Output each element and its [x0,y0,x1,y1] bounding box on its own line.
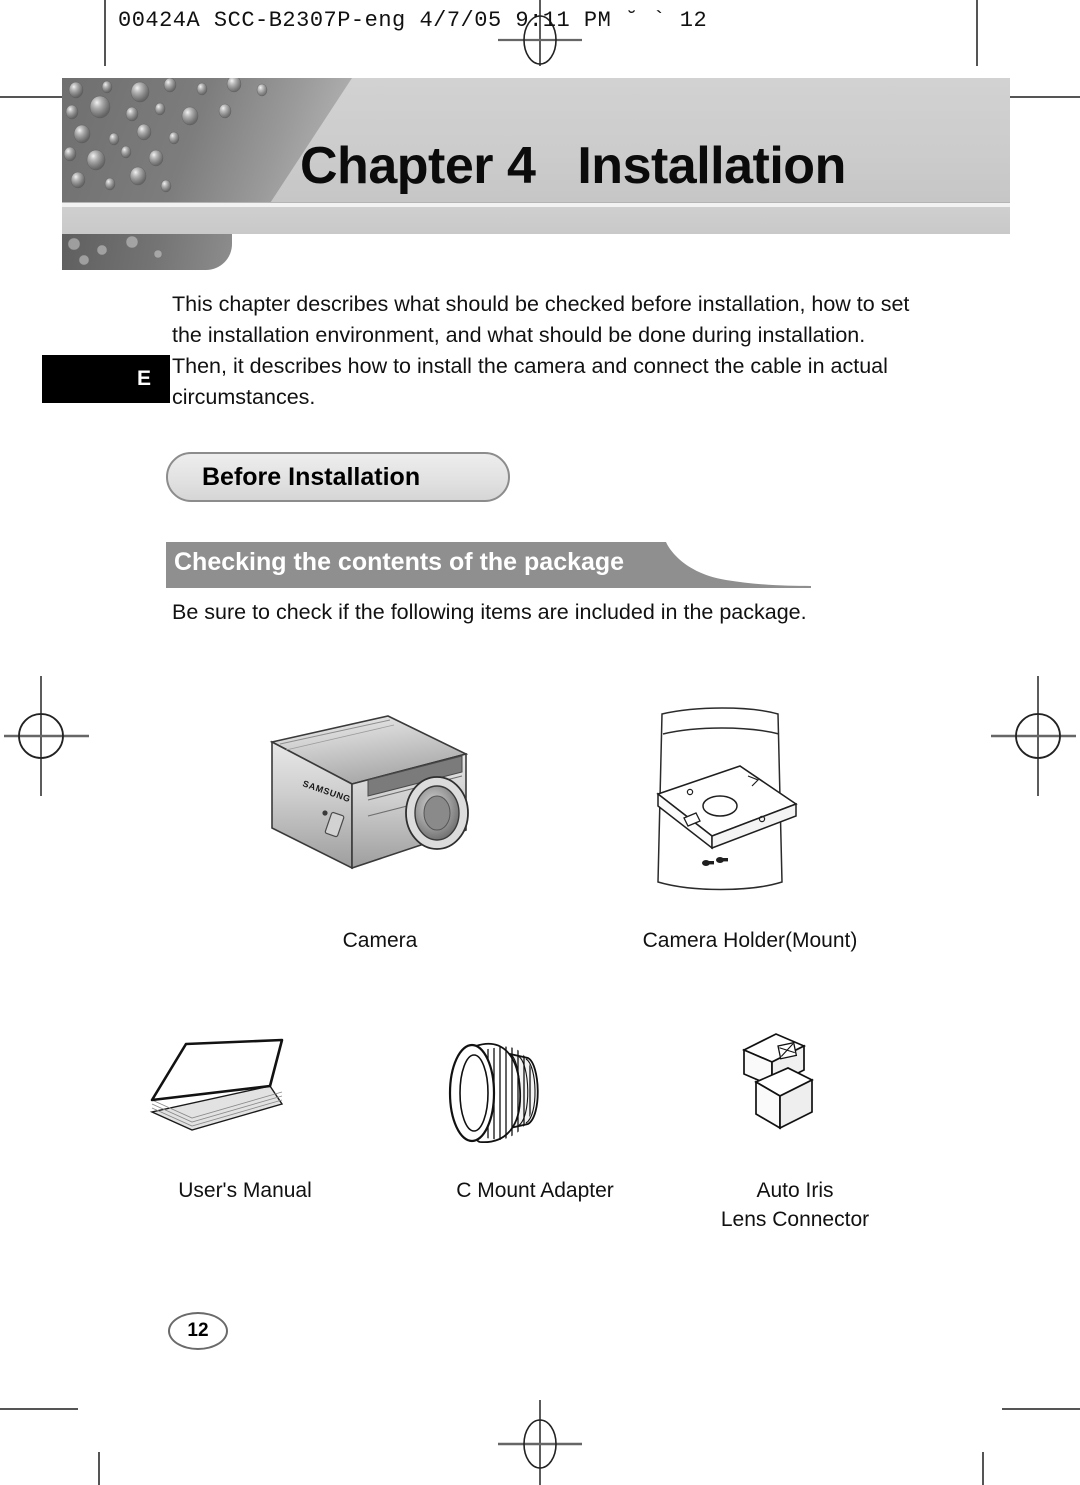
package-item-caption-line2: Lens Connector [720,1208,870,1231]
page-number-label: 12 [187,1320,209,1341]
chapter-title-text: Installation [577,137,846,195]
language-tab-label: E [136,367,152,390]
lead-instruction: Be sure to check if the following items … [172,600,807,624]
package-item-users-manual: User's Manual [130,1020,360,1205]
intro-paragraph: This chapter describes what should be ch… [172,292,910,409]
package-item-caption: Camera [342,929,418,952]
language-tab-english: E [42,355,170,403]
package-item-c-mount-adapter: C Mount Adapter [420,1020,650,1205]
section-heading-before-installation: Before Installation [166,452,510,502]
section-heading-label: Before Installation [202,462,421,491]
auto-iris-lens-connector-illustration [700,1020,890,1160]
registration-mark-bottom-center [488,1400,592,1485]
crop-mark-bottom-left-horizontal [0,1408,78,1410]
package-item-camera: SAMSUNG Camera [240,700,520,955]
crop-mark-top-right-vertical [976,0,978,66]
subsection-banner-label: Checking the contents of the package [174,548,625,576]
registration-mark-left [4,676,114,796]
water-droplet-texture-tail-icon [67,235,163,266]
crop-mark-bottom-left-vertical [98,1452,100,1485]
package-item-caption: C Mount Adapter [456,1179,614,1202]
users-manual-illustration [130,1020,360,1160]
package-item-camera-holder: Camera Holder(Mount) [600,700,900,955]
registration-mark-right [966,676,1076,796]
prepress-slug: 00424A SCC-B2307P-eng 4/7/05 9:11 PM ˘ `… [118,8,708,33]
crop-mark-bottom-right-vertical [982,1452,984,1485]
header-bubble-tail [62,234,232,270]
chapter-label: Chapter 4 [300,137,536,195]
package-item-caption: Camera Holder(Mount) [642,929,858,952]
subsection-banner-checking-contents: Checking the contents of the package [166,542,811,588]
camera-illustration: SAMSUNG [240,700,520,900]
crop-mark-top-left-vertical [104,0,106,66]
package-item-auto-iris-lens-connector: Auto Iris Lens Connector [700,1020,890,1234]
camera-holder-illustration [600,700,900,900]
header-secondary-band [62,207,1010,234]
package-item-caption-line1: Auto Iris [756,1179,834,1202]
c-mount-adapter-illustration [420,1020,650,1160]
crop-mark-bottom-right-horizontal [1002,1408,1080,1410]
package-item-caption: User's Manual [178,1179,312,1202]
page-canvas: 00424A SCC-B2307P-eng 4/7/05 9:11 PM ˘ `… [0,0,1080,1485]
page-number-badge: 12 [168,1312,228,1350]
page-title: Chapter 4 Installation [300,136,1000,196]
